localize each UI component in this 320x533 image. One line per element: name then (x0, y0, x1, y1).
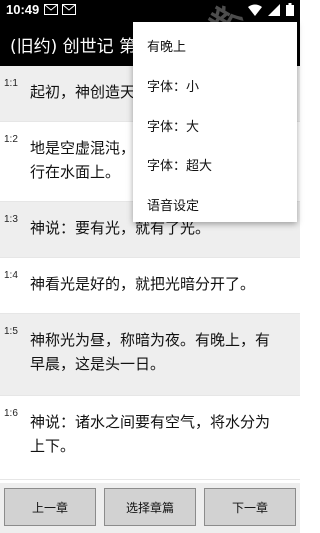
menu-item-voice-settings[interactable]: 语音设定 (147, 195, 199, 214)
select-chapter-button[interactable]: 选择章篇 (104, 488, 196, 526)
menu-item-night-mode[interactable]: 有晚上 (147, 36, 186, 55)
overflow-menu: 有晚上 字体：小 字体：大 字体：超大 语音设定 (133, 22, 297, 222)
verse-number: 1:4 (4, 270, 18, 281)
list-item[interactable]: 1:5 神称光为昼，称暗为夜。有晚上，有早晨，这是头一日。 (0, 314, 300, 396)
gmail-icon (44, 4, 58, 15)
prev-chapter-button[interactable]: 上一章 (4, 488, 96, 526)
verse-number: 1:3 (4, 214, 18, 225)
menu-item-font-large[interactable]: 字体：大 (147, 116, 199, 135)
status-time: 10:49 (6, 2, 40, 17)
verse-number: 1:1 (4, 78, 18, 89)
bottom-bar: 上一章 选择章篇 下一章 (0, 483, 300, 533)
verse-number: 1:6 (4, 408, 18, 419)
verse-text: 神称光为昼，称暗为夜。有晚上，有早晨，这是头一日。 (30, 331, 271, 373)
verse-text: 神看光是好的，就把光暗分开了。 (30, 275, 256, 293)
verse-text: 神说：诸水之间要有空气，将水分为上下。 (30, 413, 271, 455)
verse-number: 1:5 (4, 326, 18, 337)
next-chapter-button[interactable]: 下一章 (204, 488, 296, 526)
verse-number: 1:2 (4, 134, 18, 145)
mail-icon (62, 4, 76, 15)
menu-item-font-small[interactable]: 字体：小 (147, 76, 199, 95)
battery-icon (286, 3, 294, 16)
notification-icons (44, 4, 76, 15)
cell-signal-icon (268, 3, 280, 16)
list-item[interactable]: 1:6 神说：诸水之间要有空气，将水分为上下。 (0, 396, 300, 480)
list-item[interactable]: 1:4 神看光是好的，就把光暗分开了。 (0, 258, 300, 314)
menu-item-font-xlarge[interactable]: 字体：超大 (147, 155, 212, 174)
